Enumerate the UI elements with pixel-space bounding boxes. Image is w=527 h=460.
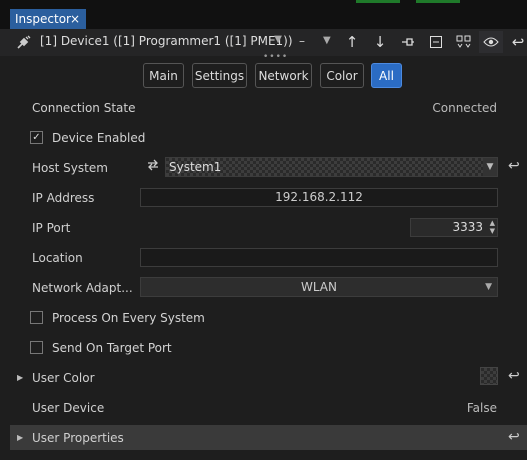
- user-device-value: False: [466, 401, 497, 415]
- connection-state-value: Connected: [432, 101, 497, 115]
- host-system-value: System1: [169, 160, 222, 174]
- check-icon: ✓: [32, 132, 41, 143]
- send-target-port-checkbox[interactable]: [30, 341, 43, 354]
- ip-port-label: IP Port: [32, 221, 71, 235]
- panel-title: Inspector: [15, 12, 71, 26]
- user-properties-label: User Properties: [32, 431, 124, 445]
- tab-all[interactable]: All: [371, 63, 402, 88]
- revert-button[interactable]: ↩: [506, 31, 527, 53]
- user-color-label: User Color: [32, 371, 95, 385]
- user-color-swatch[interactable]: [480, 367, 498, 385]
- arrow-down-icon: ↓: [373, 33, 387, 51]
- undo-icon[interactable]: ↩: [508, 368, 520, 384]
- device-enabled-label: Device Enabled: [52, 131, 146, 145]
- dash-label: –: [299, 34, 305, 48]
- location-field[interactable]: [140, 248, 498, 267]
- device-selector[interactable]: [1] Device1 ([1] Programmer1 ([1] PME1))…: [14, 32, 293, 52]
- pin-button[interactable]: [396, 31, 420, 53]
- device-enabled-checkbox[interactable]: ✓: [30, 131, 43, 144]
- undo-icon: ↩: [511, 33, 525, 51]
- user-device-label: User Device: [32, 401, 105, 415]
- dash-selector[interactable]: – ▼: [287, 32, 335, 52]
- collapse-button[interactable]: [424, 31, 448, 53]
- eye-icon: [483, 37, 499, 47]
- arrow-up-icon: ↑: [345, 33, 359, 51]
- ip-address-label: IP Address: [32, 191, 95, 205]
- move-up-button[interactable]: ↑: [340, 31, 364, 53]
- tab-settings[interactable]: Settings: [192, 63, 247, 88]
- location-label: Location: [32, 251, 83, 265]
- tab-main[interactable]: Main: [143, 63, 184, 88]
- chevron-down-icon: ▼: [323, 35, 331, 46]
- tab-color[interactable]: Color: [320, 63, 364, 88]
- network-adapter-label: Network Adapt...: [32, 281, 133, 295]
- process-every-system-label: Process On Every System: [52, 311, 205, 325]
- chevron-down-icon: ▼: [483, 158, 497, 176]
- undo-icon[interactable]: ↩: [508, 429, 520, 445]
- chevron-down-icon: ▼: [485, 282, 492, 292]
- expand-icon[interactable]: ▶: [17, 433, 23, 442]
- close-icon[interactable]: ×: [70, 9, 80, 29]
- status-indicator: [416, 0, 460, 3]
- plug-icon: [17, 35, 31, 49]
- pin-icon: [402, 38, 414, 46]
- stepper-arrows-icon[interactable]: ▲ ▼: [490, 219, 495, 235]
- tab-inspector[interactable]: Inspector ×: [10, 9, 86, 29]
- filter-button[interactable]: [452, 31, 476, 53]
- visibility-button[interactable]: [479, 31, 503, 53]
- chevron-down-icon: ▼: [274, 34, 282, 45]
- swap-icon: [148, 159, 158, 171]
- device-selector-label: [1] Device1 ([1] Programmer1 ([1] PME1)): [40, 34, 293, 48]
- ip-address-field[interactable]: 192.168.2.112: [140, 188, 498, 207]
- drag-handle[interactable]: ••••: [263, 52, 288, 62]
- collapse-icon: [430, 36, 442, 48]
- expand-icon[interactable]: ▶: [17, 373, 23, 382]
- network-adapter-value: WLAN: [300, 280, 337, 294]
- status-indicator: [356, 0, 400, 3]
- host-system-link-button[interactable]: [146, 158, 160, 172]
- network-adapter-dropdown[interactable]: WLAN ▼: [140, 277, 498, 297]
- host-system-label: Host System: [32, 161, 108, 175]
- ip-port-value: 3333: [452, 220, 483, 234]
- connection-state-label: Connection State: [32, 101, 136, 115]
- ip-port-stepper[interactable]: 3333 ▲ ▼: [410, 218, 498, 237]
- send-target-port-label: Send On Target Port: [52, 341, 172, 355]
- filter-icon: [456, 35, 471, 48]
- undo-icon[interactable]: ↩: [508, 158, 520, 174]
- process-every-system-checkbox[interactable]: [30, 311, 43, 324]
- tab-network[interactable]: Network: [255, 63, 312, 88]
- host-system-dropdown[interactable]: System1 ▼: [165, 157, 498, 177]
- move-down-button[interactable]: ↓: [368, 31, 392, 53]
